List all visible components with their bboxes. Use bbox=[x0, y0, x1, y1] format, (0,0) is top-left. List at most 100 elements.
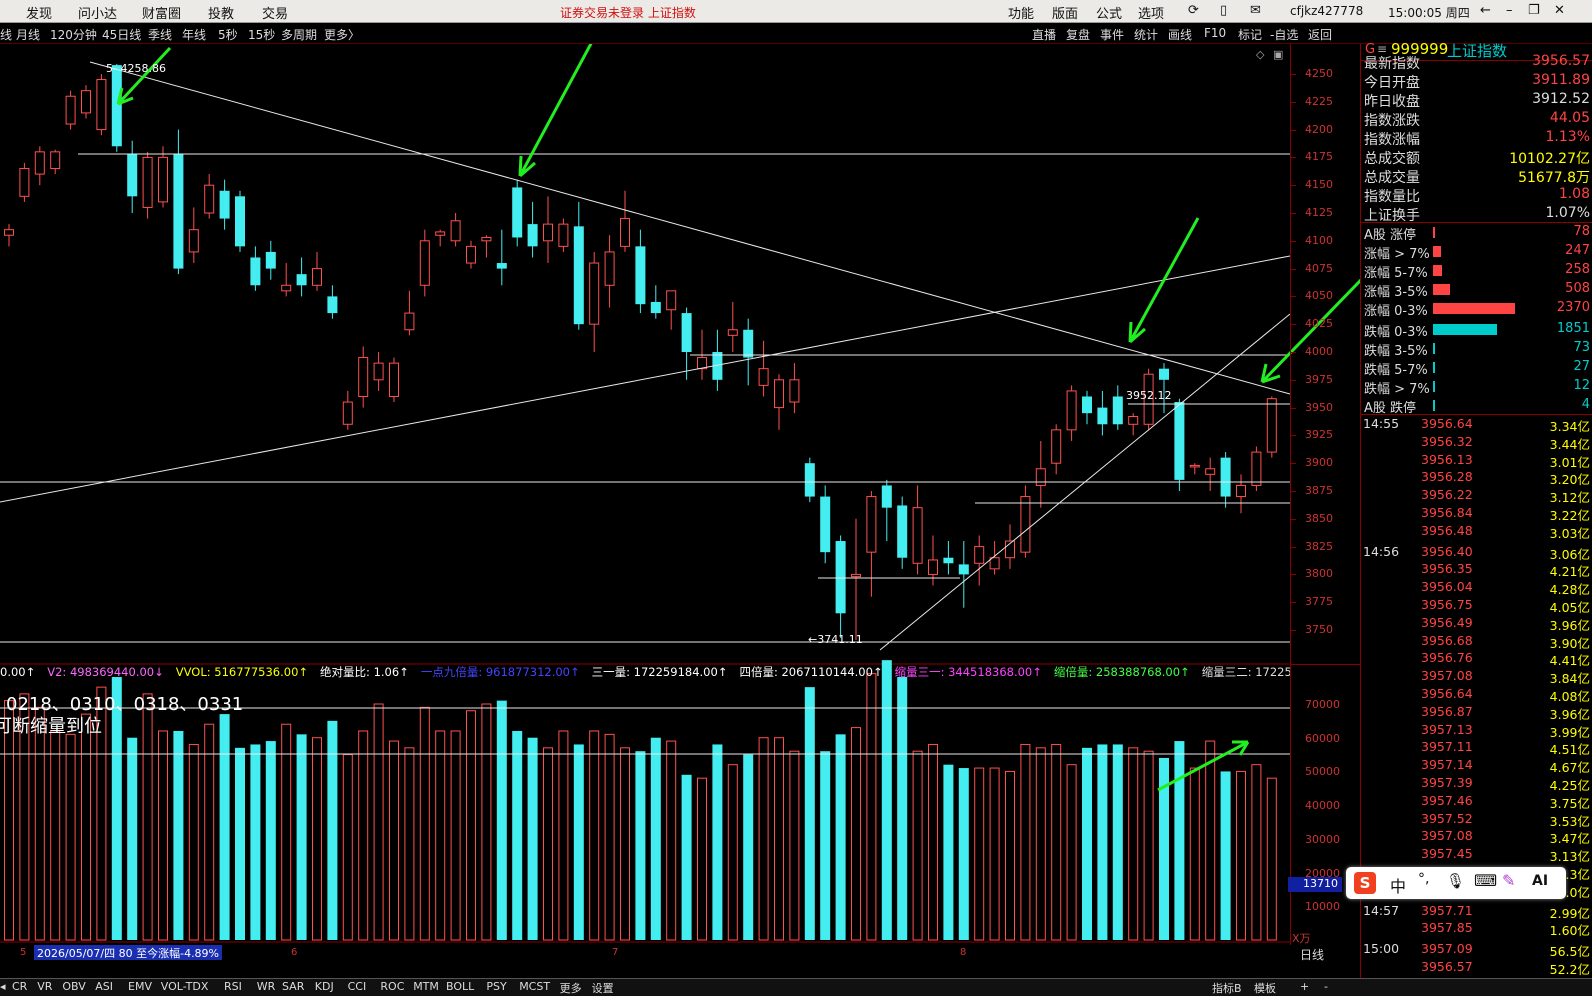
price-tick: 4250 bbox=[1305, 67, 1333, 80]
ime-toolbar[interactable]: S 中 °, 🎙 ⌨ ✎ AI bbox=[1346, 867, 1566, 899]
tool-replay[interactable]: 复盘 bbox=[1066, 26, 1090, 43]
volume-bar bbox=[235, 747, 245, 940]
chart-corner-icons[interactable]: ◇ ▣ bbox=[1256, 48, 1283, 61]
tick-row: 3956.22 3.12亿 bbox=[1361, 486, 1592, 505]
ai-icon[interactable]: AI bbox=[1532, 873, 1548, 889]
tab-template[interactable]: 模板 bbox=[1254, 980, 1276, 996]
indicator-tab[interactable]: CR bbox=[12, 980, 27, 993]
skin-icon[interactable]: ✎ bbox=[1502, 871, 1515, 890]
tool-back[interactable]: 返回 bbox=[1308, 26, 1332, 43]
menu-gongneng[interactable]: 功能 bbox=[1008, 3, 1034, 22]
period-item[interactable]: 线 bbox=[0, 26, 12, 43]
mail-icon[interactable]: ✉ bbox=[1250, 3, 1261, 18]
zoom-in-button[interactable]: + bbox=[1300, 980, 1309, 993]
period-month[interactable]: 月线 bbox=[16, 26, 40, 43]
price-tick: 3875 bbox=[1305, 484, 1333, 497]
tick-price: 3956.40 bbox=[1421, 543, 1473, 559]
tool-draw[interactable]: 画线 bbox=[1168, 26, 1192, 43]
indicator-tab[interactable]: SAR bbox=[282, 980, 304, 993]
tool-mark[interactable]: 标记 bbox=[1238, 26, 1262, 43]
tool-live[interactable]: 直播 bbox=[1032, 26, 1056, 43]
volume-bar bbox=[435, 730, 446, 941]
indicator-tab[interactable]: MCST bbox=[519, 980, 550, 993]
candle-body bbox=[466, 245, 476, 264]
quote-row: 指数涨跌 44.05 bbox=[1361, 109, 1592, 129]
breadth-row: 跌幅 0-3% 1851 bbox=[1361, 320, 1592, 340]
tick-row: 15:00 3957.09 56.5亿 bbox=[1361, 940, 1592, 959]
tick-volume: 1.60亿 bbox=[1549, 923, 1590, 939]
candle-body bbox=[958, 564, 969, 575]
indicator-tab[interactable]: PSY bbox=[486, 980, 506, 993]
tool-f10[interactable]: F10 bbox=[1204, 26, 1226, 40]
period-120min[interactable]: 120分钟 bbox=[50, 26, 97, 43]
tool-watchlist[interactable]: -自选 bbox=[1270, 26, 1298, 43]
period-year[interactable]: 年线 bbox=[182, 26, 206, 43]
keyboard-icon[interactable]: ⌨ bbox=[1474, 871, 1497, 890]
phone-icon[interactable]: ▯ bbox=[1220, 3, 1227, 18]
refresh-icon[interactable]: ⟳ bbox=[1188, 3, 1199, 18]
menu-caifuquan[interactable]: 财富圈 bbox=[142, 3, 181, 22]
indicator-tab[interactable]: MTM bbox=[413, 980, 439, 993]
indicator-tab[interactable]: KDJ bbox=[315, 980, 334, 993]
tick-row: 3956.13 3.01亿 bbox=[1361, 451, 1592, 470]
indicator-tab[interactable]: CCI bbox=[348, 980, 367, 993]
back-icon[interactable]: ← bbox=[1480, 3, 1491, 18]
menu-gongshi[interactable]: 公式 bbox=[1096, 3, 1122, 22]
volume-bar bbox=[543, 747, 553, 941]
diamond-icon[interactable]: ◇ bbox=[1256, 48, 1265, 61]
volume-bar bbox=[1205, 740, 1216, 941]
candle-body bbox=[96, 79, 107, 131]
close-icon[interactable]: ✕ bbox=[1554, 3, 1565, 18]
indicator-tab[interactable]: EMV bbox=[128, 980, 152, 993]
user-id[interactable]: cfjkz427778 bbox=[1290, 4, 1363, 18]
tab-indicator-b[interactable]: 指标B bbox=[1212, 980, 1242, 996]
indicator-tab[interactable]: BOLL bbox=[446, 980, 474, 993]
period-label[interactable]: 日线 bbox=[1300, 946, 1324, 963]
microphone-icon[interactable]: 🎙 bbox=[1446, 872, 1465, 890]
trend-lines bbox=[0, 61, 1291, 755]
indicator-tab[interactable]: WR bbox=[257, 980, 276, 993]
tick-mark bbox=[1291, 352, 1296, 353]
tool-events[interactable]: 事件 bbox=[1100, 26, 1124, 43]
zoom-out-button[interactable]: - bbox=[1324, 980, 1328, 993]
restore-icon[interactable]: ❐ bbox=[1528, 3, 1540, 18]
indicator-tab[interactable]: 设置 bbox=[592, 980, 614, 996]
menu-toujiao[interactable]: 投教 bbox=[208, 3, 234, 22]
ime-punctuation[interactable]: °, bbox=[1418, 871, 1429, 887]
indicator-tab[interactable]: VOL-TDX bbox=[161, 980, 209, 993]
candle-body bbox=[481, 236, 492, 242]
menu-jiaoyi[interactable]: 交易 bbox=[262, 3, 288, 22]
period-multi[interactable]: 多周期 bbox=[281, 26, 317, 43]
volume-bar bbox=[681, 774, 692, 940]
ime-mode-chinese[interactable]: 中 bbox=[1390, 873, 1406, 897]
menu-faxian[interactable]: 发现 bbox=[26, 3, 52, 22]
tab-scroll-left-icon[interactable]: ◂ bbox=[0, 980, 6, 993]
period-quarter[interactable]: 季线 bbox=[148, 26, 172, 43]
indicator-value: 缩量三一: 344518368.00↑ bbox=[894, 665, 1042, 679]
menu-wenxiaoda[interactable]: 问小达 bbox=[78, 3, 117, 22]
volume-bar bbox=[1189, 767, 1200, 941]
ime-logo-icon[interactable]: S bbox=[1354, 872, 1376, 894]
tool-stats[interactable]: 统计 bbox=[1134, 26, 1158, 43]
indicator-tab[interactable]: ASI bbox=[95, 980, 113, 993]
menu-xuanxiang[interactable]: 选项 bbox=[1138, 3, 1164, 22]
indicator-tab[interactable]: VR bbox=[37, 980, 52, 993]
period-5s[interactable]: 5秒 bbox=[218, 26, 238, 43]
minimize-icon[interactable]: – bbox=[1506, 3, 1513, 18]
chart-area[interactable]: 5- 4258.86 ←3741.11 3952.12 5 6 7 8 ◇ ▣ bbox=[0, 44, 1360, 978]
login-notice[interactable]: 证券交易未登录 上证指数 bbox=[560, 4, 696, 21]
indicator-tab[interactable]: OBV bbox=[62, 980, 85, 993]
candle-body bbox=[589, 262, 600, 325]
menu-banmian[interactable]: 版面 bbox=[1052, 3, 1078, 22]
period-more[interactable]: 更多〉 bbox=[324, 26, 360, 43]
tick-mark bbox=[1291, 602, 1296, 604]
indicator-tab[interactable]: 更多 bbox=[560, 980, 582, 996]
indicator-tab[interactable]: RSI bbox=[224, 980, 242, 993]
tick-mark bbox=[1291, 185, 1296, 187]
window-icon[interactable]: ▣ bbox=[1273, 48, 1283, 61]
breadth-bar bbox=[1433, 227, 1436, 238]
indicator-tab[interactable]: ROC bbox=[380, 980, 404, 993]
period-15s[interactable]: 15秒 bbox=[248, 26, 275, 43]
period-45day[interactable]: 45日线 bbox=[102, 26, 141, 43]
volume-bar bbox=[481, 703, 492, 941]
